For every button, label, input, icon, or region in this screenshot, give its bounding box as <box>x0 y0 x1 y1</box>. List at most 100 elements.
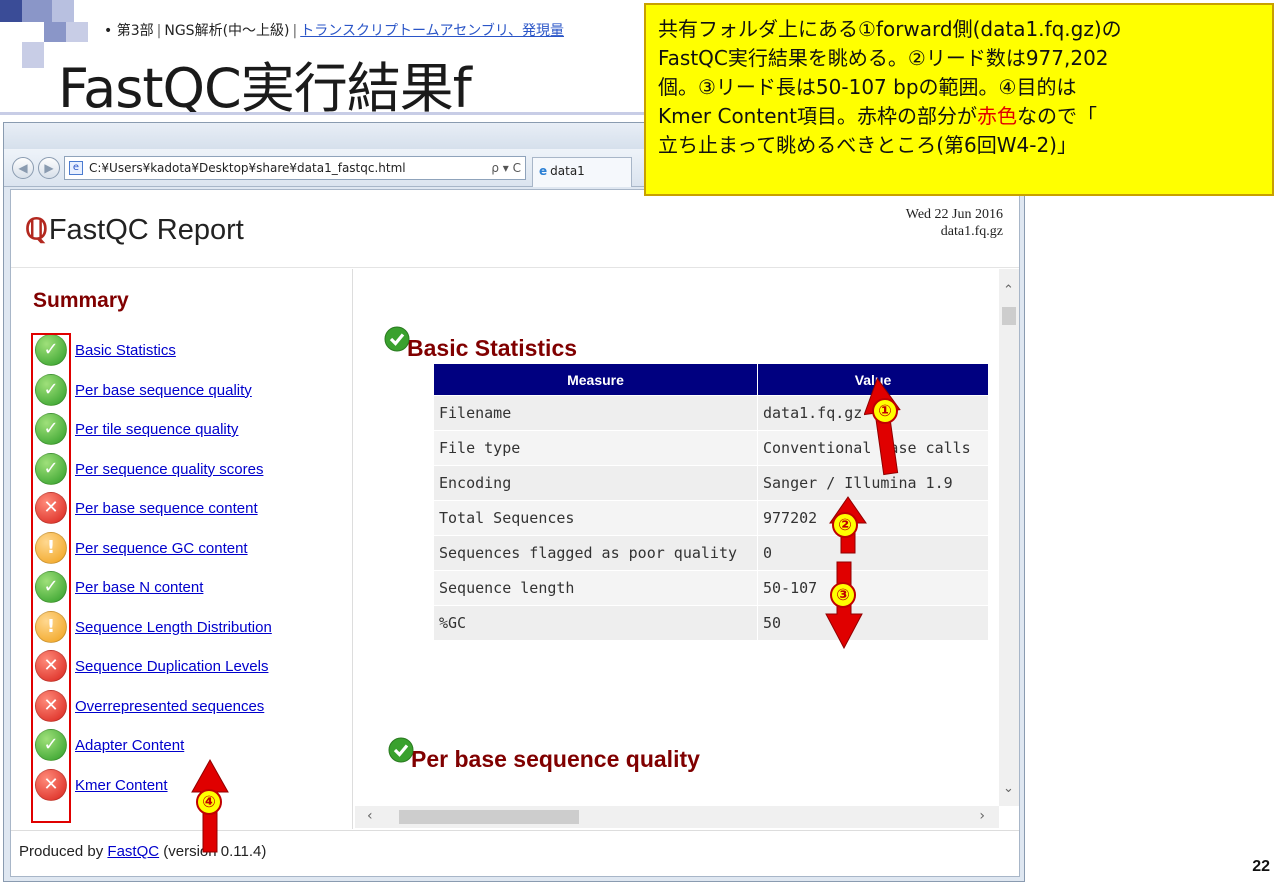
module-link[interactable]: Per base sequence content <box>75 500 258 517</box>
annotation-4-badge: ④ <box>196 789 222 815</box>
fastqc-logo: ℚFastQC Report <box>25 212 244 247</box>
page-number: 22 <box>1252 858 1270 875</box>
basic-statistics-heading: Basic Statistics <box>384 326 578 362</box>
horizontal-scrollbar[interactable]: ‹ › <box>355 806 999 828</box>
callout-line: 個。③リード長は50-107 bpの範囲。④目的は <box>658 75 1077 99</box>
report-title: FastQC Report <box>48 214 244 246</box>
vertical-scrollbar[interactable]: ⌃ ⌄ <box>999 269 1019 806</box>
table-row: Sequences flagged as poor quality 0 <box>433 535 989 571</box>
arrow-1-icon <box>864 377 901 476</box>
explanation-callout: 共有フォルダ上にある①forward側(data1.fq.gz)の FastQC… <box>644 3 1274 196</box>
module-link[interactable]: Per base N content <box>75 579 203 596</box>
main-panel: Basic Statistics Measure Value Filename d… <box>355 269 999 806</box>
module-link[interactable]: Per tile sequence quality <box>75 421 238 438</box>
scroll-left-icon[interactable]: ‹ <box>367 808 373 824</box>
report-date: Wed 22 Jun 2016 <box>905 207 1003 222</box>
callout-text: Kmer Content項目。赤枠の部分が <box>658 104 978 128</box>
slide-deco-square <box>66 22 88 42</box>
footer-prefix: Produced by <box>19 843 104 860</box>
slide-deco-square <box>44 22 66 42</box>
breadcrumb-separator: | <box>156 23 162 39</box>
slide-deco-square <box>52 0 74 22</box>
page-icon: e <box>69 161 83 175</box>
annotation-3-badge: ③ <box>830 582 856 608</box>
measure-cell: Encoding <box>433 465 758 501</box>
callout-line: 立ち止まって眺めるべきところ(第6回W4-2)」 <box>658 133 1077 157</box>
slide-breadcrumb: • 第3部 | NGS解析(中～上級) | トランスクリプトームアセンブリ、発現量 <box>104 20 564 40</box>
measure-cell: %GC <box>433 605 758 641</box>
module-link[interactable]: Per sequence GC content <box>75 540 248 557</box>
module-link[interactable]: Basic Statistics <box>75 342 176 359</box>
section-title: Basic Statistics <box>407 335 578 361</box>
measure-cell: Filename <box>433 395 758 431</box>
forward-arrow-icon[interactable]: ▶ <box>38 157 60 179</box>
table-row: File type Conventional base calls <box>433 430 989 466</box>
bullet: • <box>104 23 113 39</box>
module-link[interactable]: Sequence Length Distribution <box>75 619 272 636</box>
fastqc-logo-icon: ℚ <box>25 214 48 246</box>
breadcrumb-course: NGS解析(中～上級) <box>164 23 290 39</box>
report-meta: Wed 22 Jun 2016 data1.fq.gz <box>906 206 1003 240</box>
report-footer: Produced by FastQC (version 0.11.4) <box>11 830 1019 876</box>
pass-check-icon <box>384 326 410 352</box>
table-row: Total Sequences 977202 <box>433 500 989 536</box>
scroll-thumb[interactable] <box>399 810 579 824</box>
callout-text: なので「 <box>1017 104 1098 128</box>
summary-title: Summary <box>33 289 129 312</box>
measure-cell: Sequences flagged as poor quality <box>433 535 758 571</box>
title-underline <box>0 112 700 115</box>
scroll-up-icon[interactable]: ⌃ <box>1003 283 1014 298</box>
callout-line: Kmer Content項目。赤枠の部分が赤色なので「 <box>658 102 1260 131</box>
module-link[interactable]: Kmer Content <box>75 777 168 794</box>
fastqc-link[interactable]: FastQC <box>107 843 159 860</box>
slide-deco-square <box>22 0 52 22</box>
measure-cell: File type <box>433 430 758 466</box>
search-refresh-controls[interactable]: ρ ▾ C <box>491 161 521 175</box>
module-link[interactable]: Per base sequence quality <box>75 382 252 399</box>
module-link[interactable]: Sequence Duplication Levels <box>75 658 268 675</box>
per-base-quality-heading: Per base sequence quality <box>388 737 700 773</box>
report-header: ℚFastQC Report Wed 22 Jun 2016 data1.fq.… <box>11 190 1019 268</box>
callout-line: FastQC実行結果を眺める。②リード数は977,202 <box>658 46 1109 70</box>
module-link[interactable]: Per sequence quality scores <box>75 461 263 478</box>
tab-label: data1 <box>550 164 585 178</box>
value-cell: 0 <box>757 535 989 571</box>
annotation-1-badge: ① <box>872 398 898 424</box>
table-row: Encoding Sanger / Illumina 1.9 <box>433 465 989 501</box>
table-row: Sequence length 50-107 <box>433 570 989 606</box>
table-header-row: Measure Value <box>433 363 989 396</box>
callout-red-text: 赤色 <box>977 104 1018 128</box>
slide-deco-square <box>22 42 44 68</box>
table-row: Filename data1.fq.gz <box>433 395 989 431</box>
browser-window: ◀ ▶ e C:¥Users¥kadota¥Desktop¥share¥data… <box>3 122 1025 882</box>
scroll-thumb[interactable] <box>1002 307 1016 325</box>
measure-cell: Sequence length <box>433 570 758 606</box>
breadcrumb-section: 第3部 <box>116 23 154 39</box>
module-link[interactable]: Overrepresented sequences <box>75 698 264 715</box>
column-header: Measure <box>433 363 758 396</box>
report-filename: data1.fq.gz <box>940 224 1003 239</box>
measure-cell: Total Sequences <box>433 500 758 536</box>
scroll-down-icon[interactable]: ⌄ <box>1003 781 1014 796</box>
value-cell: 50 <box>757 605 989 641</box>
url-text: C:¥Users¥kadota¥Desktop¥share¥data1_fast… <box>89 161 406 175</box>
value-cell: 977202 <box>757 500 989 536</box>
back-arrow-icon[interactable]: ◀ <box>12 157 34 179</box>
page-content: ℚFastQC Report Wed 22 Jun 2016 data1.fq.… <box>10 189 1020 877</box>
module-link[interactable]: Adapter Content <box>75 737 184 754</box>
annotation-2-badge: ② <box>832 512 858 538</box>
status-icons-highlight-box <box>31 333 71 823</box>
address-bar[interactable]: e C:¥Users¥kadota¥Desktop¥share¥data1_fa… <box>64 156 526 180</box>
breadcrumb-separator: | <box>292 23 298 39</box>
callout-line: 共有フォルダ上にある①forward側(data1.fq.gz)の <box>658 17 1122 41</box>
basic-statistics-table: Measure Value Filename data1.fq.gz File ty… <box>433 363 989 641</box>
scroll-right-icon[interactable]: › <box>979 808 985 824</box>
table-row: %GC 50 <box>433 605 989 641</box>
section-title: Per base sequence quality <box>411 746 700 772</box>
value-cell: 50-107 <box>757 570 989 606</box>
ie-icon: e <box>539 164 548 178</box>
pass-check-icon <box>388 737 414 763</box>
breadcrumb-link[interactable]: トランスクリプトームアセンブリ、発現量 <box>300 23 564 39</box>
slide-deco-square <box>0 0 22 22</box>
browser-tab[interactable]: e data1 <box>532 157 632 187</box>
